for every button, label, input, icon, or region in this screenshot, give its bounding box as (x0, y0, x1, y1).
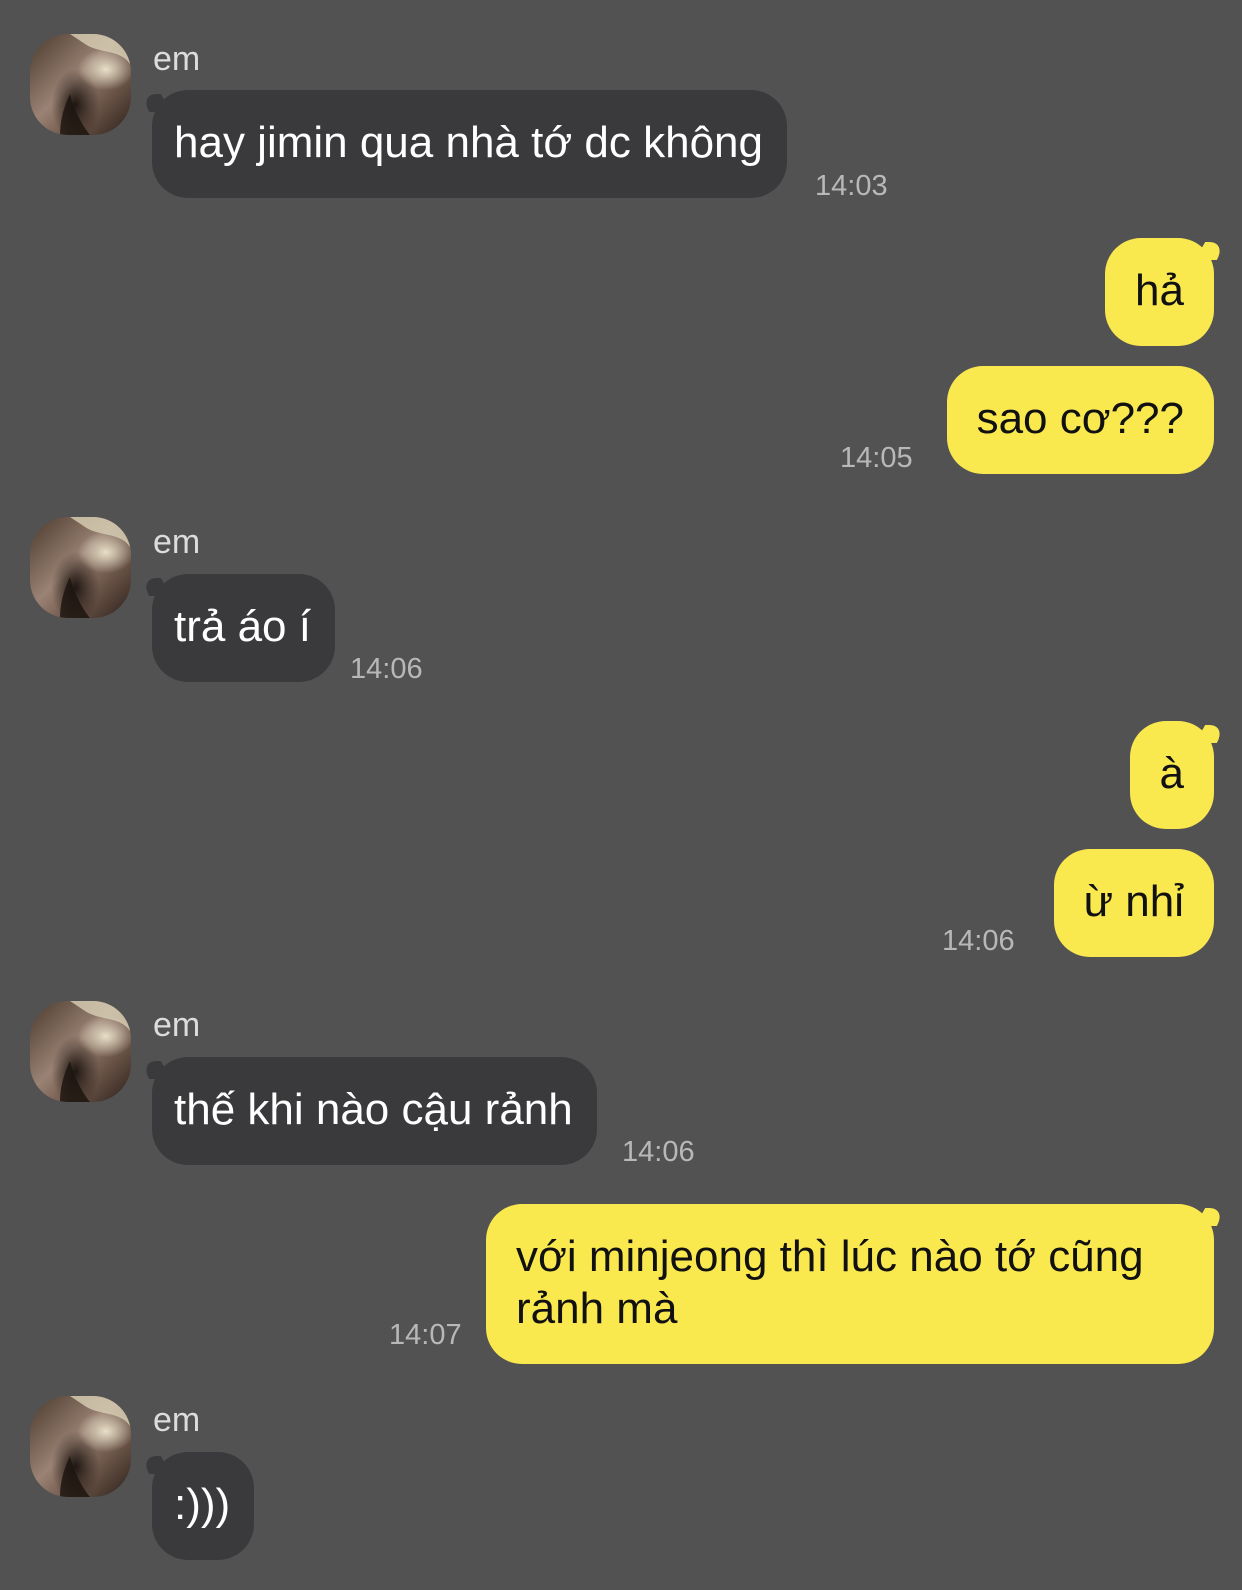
avatar-photo-icon (60, 517, 131, 618)
outgoing-message-bubble[interactable]: với minjeong thì lúc nào tớ cũng rảnh mà (486, 1204, 1228, 1364)
incoming-message-bubble[interactable]: trả áo í (138, 574, 335, 682)
avatar-photo-icon (60, 34, 131, 135)
message-text: trả áo í (174, 602, 311, 651)
message-text: với minjeong thì lúc nào tớ cũng rảnh mà (516, 1232, 1144, 1333)
bubble-tail (138, 94, 172, 112)
message-text: thế khi nào cậu rảnh (174, 1085, 573, 1134)
outgoing-message-bubble[interactable]: sao cơ??? (946, 366, 1214, 474)
bubble-tail (1194, 725, 1228, 743)
incoming-message-bubble[interactable]: thế khi nào cậu rảnh (138, 1057, 597, 1165)
contact-avatar[interactable] (30, 1001, 131, 1102)
message-text: :))) (174, 1480, 231, 1529)
message-text: hay jimin qua nhà tớ dc không (174, 118, 763, 167)
message-timestamp: 14:03 (815, 170, 888, 202)
sender-name: em (153, 1401, 201, 1439)
message-text: sao cơ??? (976, 394, 1184, 443)
outgoing-message-bubble[interactable]: à (1129, 721, 1228, 829)
bubble-tail (138, 1456, 172, 1474)
bubble-tail (138, 578, 172, 596)
bubble-tail (1194, 1208, 1228, 1226)
message-text: ừ nhỉ (1083, 877, 1184, 926)
message-text: à (1159, 749, 1184, 798)
message-timestamp: 14:07 (389, 1319, 462, 1351)
incoming-message-bubble[interactable]: hay jimin qua nhà tớ dc không (138, 90, 787, 198)
sender-name: em (153, 1006, 201, 1044)
message-timestamp: 14:06 (350, 653, 423, 685)
contact-avatar[interactable] (30, 34, 131, 135)
incoming-message-bubble[interactable]: :))) (138, 1452, 255, 1560)
avatar-photo-icon (60, 1396, 131, 1497)
message-timestamp: 14:05 (840, 442, 913, 474)
message-timestamp: 14:06 (622, 1136, 695, 1168)
message-text: hả (1135, 266, 1184, 315)
avatar-photo-icon (60, 1001, 131, 1102)
contact-avatar[interactable] (30, 517, 131, 618)
outgoing-message-bubble[interactable]: hả (1105, 238, 1228, 346)
bubble-tail (138, 1061, 172, 1079)
message-timestamp: 14:06 (942, 925, 1015, 957)
contact-avatar[interactable] (30, 1396, 131, 1497)
bubble-tail (1194, 242, 1228, 260)
sender-name: em (153, 40, 201, 78)
sender-name: em (153, 523, 201, 561)
outgoing-message-bubble[interactable]: ừ nhỉ (1053, 849, 1214, 957)
